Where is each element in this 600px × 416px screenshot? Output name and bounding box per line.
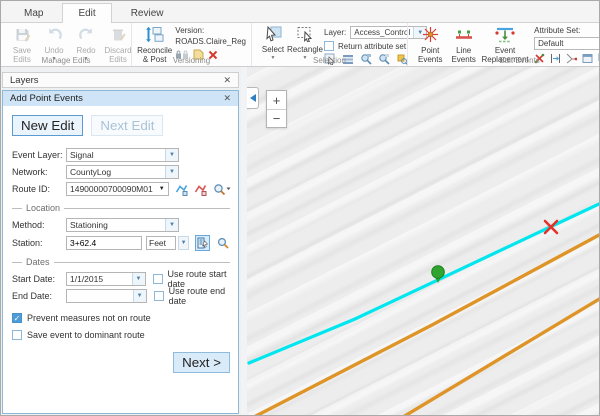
station-unit-combo[interactable]: Feet xyxy=(146,236,176,250)
group-edit-events: Point Events Line Events Event Replaceme… xyxy=(407,23,600,66)
next-edit-button[interactable]: Next Edit xyxy=(91,115,163,136)
use-route-end-date-checkbox[interactable] xyxy=(154,291,164,301)
collapse-arrow-icon xyxy=(250,94,256,102)
zoom-in-button[interactable]: + xyxy=(267,91,286,109)
pick-station-from-map-button[interactable] xyxy=(195,235,210,251)
route-id-label: Route ID: xyxy=(12,184,66,194)
layers-pane-header[interactable]: Layers ✕ xyxy=(2,72,239,88)
group-selection: Select ▼ Rectangle ▼ Layer: Access_Contr… xyxy=(251,23,407,66)
ribbon-tab-bar: Map Edit Review xyxy=(1,1,599,23)
save-dominant-route-label: Save event to dominant route xyxy=(27,330,145,340)
stationing-tool-icon xyxy=(197,237,208,249)
next-button[interactable]: Next > xyxy=(173,352,230,373)
line-events-icon xyxy=(455,26,473,46)
station-label: Station: xyxy=(12,238,66,248)
attribute-set-combo[interactable]: Default ▼ xyxy=(534,37,600,50)
road-upper-line[interactable] xyxy=(254,234,599,415)
point-event-marker[interactable] xyxy=(432,266,445,279)
end-date-label: End Date: xyxy=(12,291,66,301)
event-layer-combo[interactable]: Signal ▼ xyxy=(66,148,179,162)
redo-icon xyxy=(78,26,95,46)
group-manage-edits: Save Edits Undo ▼ Redo ▼ Discar xyxy=(1,23,131,66)
dock-panel-area: Layers ✕ Add Point Events ✕ New Edit Nex… xyxy=(1,67,241,415)
select-route-on-map-icon[interactable] xyxy=(175,183,188,196)
network-combo[interactable]: CountyLog ▼ xyxy=(66,165,179,179)
use-route-start-date-checkbox[interactable] xyxy=(153,274,163,284)
undo-icon xyxy=(46,26,63,46)
version-label: Version: xyxy=(175,26,246,35)
tab-edit[interactable]: Edit xyxy=(62,3,111,22)
collapse-pane-button[interactable] xyxy=(247,87,259,109)
save-edits-icon xyxy=(14,26,31,46)
method-combo-arrow-icon[interactable]: ▼ xyxy=(165,219,178,231)
selected-route-line[interactable] xyxy=(249,203,599,363)
map-features-layer xyxy=(247,67,599,415)
map-zoom-control: + − xyxy=(266,90,287,128)
map-view[interactable]: + − xyxy=(247,67,599,415)
add-point-events-header[interactable]: Add Point Events ✕ xyxy=(3,91,238,106)
prevent-measures-label: Prevent measures not on route xyxy=(27,313,151,323)
dates-section-label: Dates xyxy=(12,257,230,267)
application-window: Map Edit Review Save Edits Undo ▼ xyxy=(0,0,600,416)
discard-edits-icon xyxy=(110,26,127,46)
return-attribute-set-label: Return attribute set xyxy=(338,42,406,51)
road-lower-line[interactable] xyxy=(403,298,599,415)
use-route-end-date-label: Use route end date xyxy=(169,286,230,306)
zoom-to-station-button[interactable] xyxy=(216,235,231,251)
network-label: Network: xyxy=(12,167,66,177)
version-value: ROADS.Claire_Reg xyxy=(175,37,246,46)
method-combo[interactable]: Stationing ▼ xyxy=(66,218,179,232)
zoom-to-route-icon[interactable] xyxy=(213,183,231,196)
event-layer-combo-arrow-icon[interactable]: ▼ xyxy=(165,149,178,161)
point-events-icon xyxy=(422,26,439,46)
remove-route-icon[interactable] xyxy=(194,183,207,196)
event-layer-label: Event Layer: xyxy=(12,150,66,160)
new-edit-button[interactable]: New Edit xyxy=(12,115,83,136)
station-unit-arrow-icon[interactable]: ▼ xyxy=(178,236,189,250)
pane-close-icon[interactable]: ✕ xyxy=(223,94,231,103)
station-input[interactable] xyxy=(66,236,142,250)
add-point-events-pane: Add Point Events ✕ New Edit Next Edit Ev… xyxy=(2,90,239,414)
group-versioning: Reconcile & Post Version: ROADS.Claire_R… xyxy=(131,23,251,66)
event-replacement-icon xyxy=(494,26,516,46)
start-date-label: Start Date: xyxy=(12,274,66,284)
return-attribute-set-checkbox[interactable] xyxy=(324,41,334,51)
rectangle-select-icon xyxy=(296,26,314,45)
zoom-to-station-icon xyxy=(217,237,229,249)
method-label: Method: xyxy=(12,220,66,230)
pane-title: Add Point Events xyxy=(10,93,83,104)
network-combo-arrow-icon[interactable]: ▼ xyxy=(165,166,178,178)
route-id-combo[interactable]: 14900000700090M01 ▼ xyxy=(66,182,169,196)
attribute-set-label: Attribute Set: xyxy=(534,26,600,35)
end-date-combo-arrow-icon[interactable]: ▼ xyxy=(133,290,146,302)
tab-review[interactable]: Review xyxy=(115,3,180,22)
route-id-combo-arrow-icon[interactable]: ▼ xyxy=(156,186,168,192)
end-date-combo[interactable]: ▼ xyxy=(66,289,147,303)
tab-map[interactable]: Map xyxy=(8,3,59,22)
zoom-out-button[interactable]: − xyxy=(267,109,286,127)
start-date-combo[interactable]: 1/1/2015 ▼ xyxy=(66,272,146,286)
prevent-measures-checkbox[interactable]: ✓ xyxy=(12,313,22,323)
select-cursor-icon xyxy=(264,26,282,45)
location-section-label: Location xyxy=(12,203,230,213)
save-dominant-route-checkbox[interactable] xyxy=(12,330,22,340)
layer-label: Layer: xyxy=(324,28,346,37)
layers-close-icon[interactable]: ✕ xyxy=(223,76,231,85)
layers-pane-title: Layers xyxy=(10,75,39,86)
start-date-combo-arrow-icon[interactable]: ▼ xyxy=(132,273,145,285)
reconcile-post-icon xyxy=(145,26,165,46)
ribbon: Save Edits Undo ▼ Redo ▼ Discar xyxy=(1,23,599,67)
